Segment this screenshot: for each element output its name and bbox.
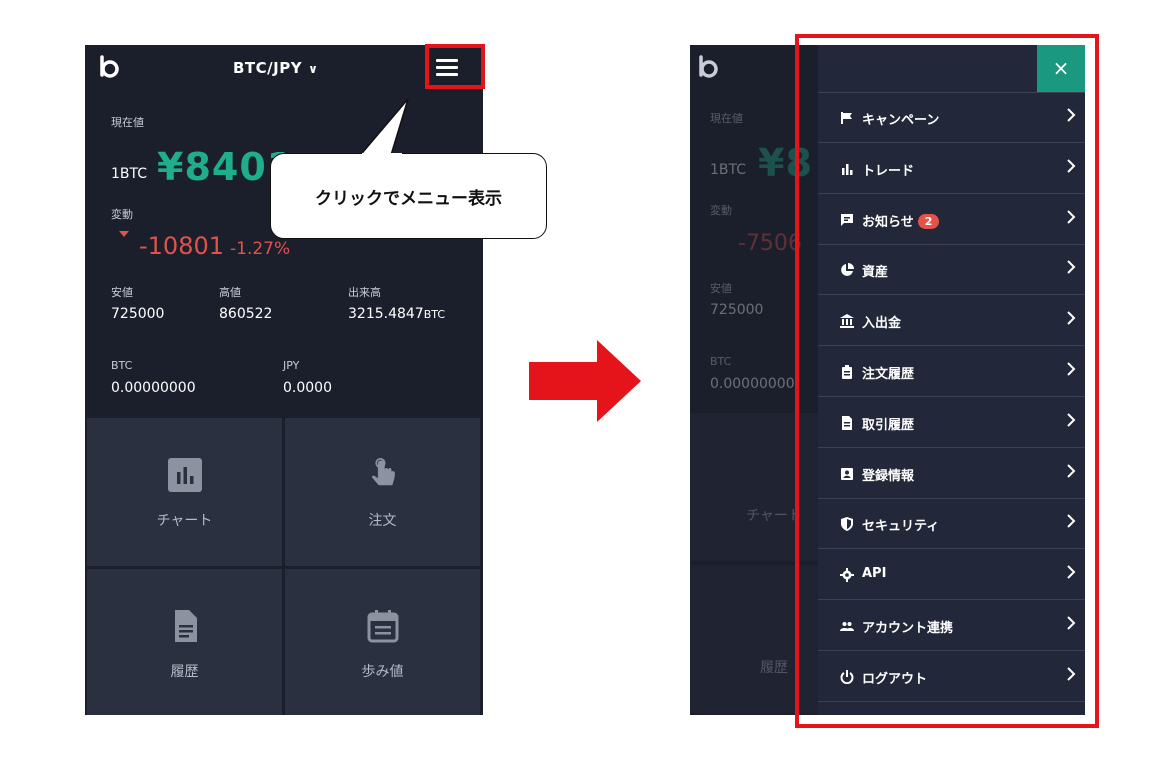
- tile-trades-label: 歩み値: [361, 664, 404, 680]
- bar-chart-icon: [167, 458, 202, 492]
- btc-label: BTC: [111, 359, 133, 372]
- bg-btc-label: BTC: [710, 355, 732, 368]
- tile-chart[interactable]: チャート: [87, 418, 282, 566]
- bg-btc-value: 0.00000000: [710, 376, 795, 392]
- tile-history-label: 履歴: [170, 664, 199, 680]
- high-label: 高値: [219, 286, 241, 299]
- bg-unit-label: 1BTC: [710, 162, 747, 178]
- bg-low-value: 725000: [710, 302, 764, 318]
- callout-bubble: クリックでメニュー表示: [270, 153, 547, 239]
- volume-unit: BTC: [423, 308, 446, 321]
- bg-current-price-label: 現在値: [710, 112, 743, 125]
- volume: 3215.4847BTC: [348, 306, 445, 322]
- tile-trades[interactable]: 歩み値: [285, 569, 480, 715]
- bg-change-value: -7506: [738, 231, 802, 256]
- volume-label: 出来高: [348, 286, 381, 299]
- callout-joint: [362, 153, 402, 157]
- pair-label: BTC/JPY: [233, 59, 303, 77]
- tile-order[interactable]: 注文: [285, 418, 480, 566]
- btc-value: 0.00000000: [111, 380, 196, 396]
- menu-drawer-highlight: [795, 34, 1099, 728]
- tile-history[interactable]: 履歴: [87, 569, 282, 715]
- low-value: 725000: [111, 306, 165, 322]
- down-triangle-icon: [119, 231, 129, 237]
- unit-label: 1BTC: [111, 166, 148, 182]
- document-icon: [174, 610, 197, 642]
- bg-change-label: 変動: [710, 204, 732, 217]
- calendar-icon: [367, 610, 398, 643]
- touch-icon: [371, 458, 395, 486]
- tile-grid: チャート 注文 履歴 歩み値: [87, 418, 481, 715]
- right-arrow-icon: [529, 340, 641, 422]
- callout-text: クリックでメニュー表示: [315, 189, 502, 209]
- current-price-label: 現在値: [111, 116, 144, 129]
- high-value: 860522: [219, 306, 273, 322]
- tile-order-label: 注文: [368, 513, 397, 529]
- change-value: -10801: [139, 232, 225, 260]
- low-label: 安値: [111, 286, 133, 299]
- app-logo-icon: [699, 55, 718, 78]
- menu-button-highlight: [425, 44, 485, 89]
- volume-value: 3215.4847: [348, 306, 424, 322]
- jpy-label: JPY: [283, 359, 300, 372]
- app-logo-icon: [100, 55, 119, 78]
- jpy-value: 0.0000: [283, 380, 332, 396]
- change-label: 変動: [111, 208, 133, 221]
- change-percent: -1.27%: [230, 239, 291, 259]
- phone-screen-before: BTC/JPY ∨ 現在値 1BTC ¥8401 変動 -10801 -1.27%…: [85, 45, 483, 715]
- pair-selector[interactable]: BTC/JPY ∨: [233, 59, 318, 77]
- bg-low-label: 安値: [710, 282, 732, 295]
- tile-chart-label: チャート: [156, 513, 213, 529]
- chevron-down-icon: ∨: [308, 62, 319, 76]
